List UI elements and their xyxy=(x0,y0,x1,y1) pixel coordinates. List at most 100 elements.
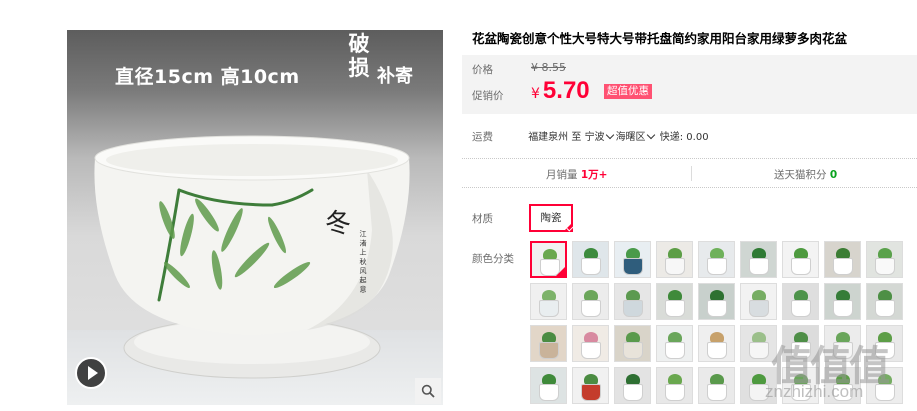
color-swatch[interactable] xyxy=(614,367,651,404)
pot-character: 冬 xyxy=(325,209,351,239)
color-swatch[interactable] xyxy=(824,283,861,320)
pot-thumbnail xyxy=(833,258,853,275)
pot-thumbnail xyxy=(665,384,685,401)
color-swatch[interactable] xyxy=(530,241,567,278)
color-swatch[interactable] xyxy=(572,241,609,278)
color-swatch[interactable] xyxy=(614,283,651,320)
pot-thumbnail xyxy=(833,384,853,401)
color-swatch[interactable] xyxy=(866,241,903,278)
color-swatch[interactable] xyxy=(740,325,777,362)
color-swatch[interactable] xyxy=(614,325,651,362)
monthly-sales: 月销量 1万+ xyxy=(546,167,607,182)
ship-from: 福建泉州 xyxy=(528,132,569,143)
color-swatch[interactable] xyxy=(530,283,567,320)
pot-thumbnail xyxy=(623,342,643,359)
pot-thumbnail xyxy=(833,300,853,317)
divider xyxy=(691,166,692,181)
destination-district-select[interactable]: 海曙区 xyxy=(615,130,657,143)
ship-to-word: 至 xyxy=(571,132,582,143)
promo-badge[interactable]: 超值优惠 xyxy=(604,84,652,99)
pot-thumbnail xyxy=(665,342,685,359)
chevron-down-icon xyxy=(646,130,655,140)
pot-thumbnail xyxy=(623,300,643,317)
original-price-label: 价格 xyxy=(472,64,493,76)
material-option-ceramic[interactable]: 陶瓷 xyxy=(529,204,573,232)
color-swatch[interactable] xyxy=(698,367,735,404)
chevron-down-icon xyxy=(605,130,614,140)
sale-price-label: 促销价 xyxy=(472,90,504,102)
pot-thumbnail xyxy=(875,342,895,359)
destination-city-select[interactable]: 宁波 xyxy=(584,130,616,143)
color-swatch[interactable] xyxy=(698,325,735,362)
product-title: 花盆陶瓷创意个性大号特大号带托盘简约家用阳台家用绿萝多肉花盆 xyxy=(472,31,848,46)
color-swatch[interactable] xyxy=(782,241,819,278)
express-fee: 快递: 0.00 xyxy=(659,132,709,143)
color-swatch[interactable] xyxy=(656,367,693,404)
pot-thumbnail xyxy=(707,342,727,359)
product-main-image[interactable]: 直径15cm 高10cm 破损 补寄 冬 江 渚 上 秋 风 起 意 xyxy=(67,30,443,405)
zoom-button[interactable] xyxy=(415,378,441,404)
selected-check-icon xyxy=(563,222,573,232)
pot-thumbnail xyxy=(791,342,811,359)
monthly-sales-value: 1万+ xyxy=(580,169,608,181)
color-swatch[interactable] xyxy=(698,283,735,320)
destination-city: 宁波 xyxy=(584,132,605,143)
selected-check-icon xyxy=(556,267,565,276)
destination-district: 海曙区 xyxy=(615,132,646,143)
color-swatch[interactable] xyxy=(530,367,567,404)
color-swatch[interactable] xyxy=(824,241,861,278)
color-swatch[interactable] xyxy=(572,367,609,404)
pot-thumbnail xyxy=(539,300,559,317)
pot-thumbnail xyxy=(539,342,559,359)
currency-symbol: ¥ xyxy=(531,86,540,102)
monthly-sales-label: 月销量 xyxy=(546,169,578,181)
pot-thumbnail xyxy=(875,384,895,401)
pot-thumbnail xyxy=(581,384,601,401)
play-icon xyxy=(87,366,98,380)
color-swatch[interactable] xyxy=(530,325,567,362)
color-swatch[interactable] xyxy=(614,241,651,278)
shipping-row: 运费 福建泉州 至 宁波 海曙区 快递: 0.00 xyxy=(472,128,709,144)
pot-thumbnail xyxy=(749,300,769,317)
pot-thumbnail xyxy=(665,300,685,317)
color-swatch[interactable] xyxy=(782,283,819,320)
play-video-button[interactable] xyxy=(75,357,107,389)
pot-thumbnail xyxy=(749,342,769,359)
color-swatch[interactable] xyxy=(740,367,777,404)
sale-price: ¥5.70 xyxy=(531,77,590,105)
pot-thumbnail xyxy=(791,384,811,401)
color-swatch[interactable] xyxy=(656,283,693,320)
color-swatch[interactable] xyxy=(572,325,609,362)
color-swatch[interactable] xyxy=(866,283,903,320)
color-swatch[interactable] xyxy=(698,241,735,278)
pot-verse: 江 渚 上 秋 风 起 意 xyxy=(359,230,367,293)
pot-thumbnail xyxy=(665,258,685,275)
points-value: 0 xyxy=(829,169,838,181)
pot-thumbnail xyxy=(875,300,895,317)
pot-thumbnail xyxy=(749,384,769,401)
sales-stats: 月销量 1万+ 送天猫积分 0 xyxy=(462,158,917,188)
color-swatch[interactable] xyxy=(824,367,861,404)
pot-thumbnail xyxy=(581,300,601,317)
color-swatch[interactable] xyxy=(656,325,693,362)
pot-thumbnail xyxy=(539,384,559,401)
color-swatch[interactable] xyxy=(740,241,777,278)
sale-price-value: 5.70 xyxy=(542,77,590,104)
original-price: ¥ 8.55 xyxy=(531,61,566,74)
points-label: 送天猫积分 xyxy=(774,169,827,181)
pot-thumbnail xyxy=(623,384,643,401)
color-swatch[interactable] xyxy=(572,283,609,320)
color-swatch[interactable] xyxy=(866,325,903,362)
color-swatch[interactable] xyxy=(866,367,903,404)
pot-thumbnail xyxy=(749,258,769,275)
color-swatch[interactable] xyxy=(782,367,819,404)
color-swatch[interactable] xyxy=(656,241,693,278)
material-option-label: 陶瓷 xyxy=(540,212,562,224)
color-swatch[interactable] xyxy=(782,325,819,362)
color-category-label: 颜色分类 xyxy=(472,253,514,265)
pot-thumbnail xyxy=(581,258,601,275)
color-swatch[interactable] xyxy=(740,283,777,320)
material-label: 材质 xyxy=(472,213,493,225)
color-swatch[interactable] xyxy=(824,325,861,362)
pot-thumbnail xyxy=(623,258,643,275)
